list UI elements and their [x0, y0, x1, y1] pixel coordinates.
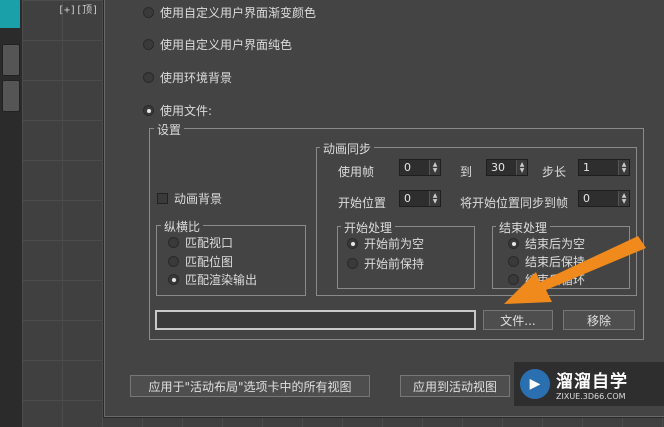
file-path-field[interactable] [155, 310, 476, 330]
option-label: 使用自定义用户界面纯色 [160, 38, 293, 52]
option-label: 匹配视口 [185, 236, 234, 250]
radio-icon[interactable] [143, 39, 154, 50]
anim-sync-legend: 动画同步 [320, 140, 375, 157]
radio-icon[interactable] [143, 7, 154, 18]
checkbox-icon[interactable] [157, 193, 168, 204]
spinner-arrows-icon[interactable]: ▲ ▼ [618, 191, 629, 206]
checkbox-label: 动画背景 [174, 192, 223, 206]
apply-active-view-button[interactable]: 应用到活动视图 [400, 375, 510, 397]
spinner-arrows-icon[interactable]: ▲ ▼ [618, 160, 629, 175]
watermark-url: ZIXUE.3D66.COM [556, 392, 626, 401]
annotation-arrow-icon [504, 236, 646, 304]
to-label: 到 [460, 165, 473, 179]
start-proc-legend: 开始处理 [341, 219, 396, 236]
radio-icon[interactable] [168, 256, 179, 267]
radio-icon[interactable] [168, 237, 179, 248]
option-environment-bg[interactable]: 使用环境背景 [143, 69, 232, 86]
option-label: 开始前保持 [364, 257, 425, 271]
radio-icon[interactable] [143, 72, 154, 83]
settings-legend: 设置 [154, 121, 185, 138]
spinner-value[interactable]: 30 [487, 161, 516, 174]
animate-bg-checkbox[interactable]: 动画背景 [157, 190, 222, 207]
option-label: 匹配渲染输出 [185, 273, 258, 287]
watermark: ▶ 溜溜自学 ZIXUE.3D66.COM [514, 362, 664, 406]
sync-start-label: 将开始位置同步到帧 [460, 196, 569, 210]
viewport-label[interactable]: [+][顶] [58, 1, 98, 16]
aspect-match-bitmap[interactable]: 匹配位图 [168, 253, 233, 270]
watermark-title: 溜溜自学 [556, 372, 628, 392]
use-frame-label: 使用帧 [338, 165, 375, 179]
option-gradient-color[interactable]: 使用自定义用户界面渐变颜色 [143, 4, 316, 21]
start-proc-blank[interactable]: 开始前为空 [347, 235, 424, 252]
step-spinner[interactable]: 1 ▲ ▼ [578, 159, 630, 176]
spinner-value[interactable]: 0 [400, 192, 429, 205]
radio-icon[interactable] [168, 274, 179, 285]
app-logo-icon [0, 0, 20, 28]
radio-icon[interactable] [347, 258, 358, 269]
to-frame-spinner[interactable]: 30 ▲ ▼ [486, 159, 528, 176]
sync-start-spinner[interactable]: 0 ▲ ▼ [578, 190, 630, 207]
step-label: 步长 [542, 165, 567, 179]
option-label: 使用自定义用户界面渐变颜色 [160, 6, 317, 20]
toolbar-button[interactable] [2, 80, 20, 112]
toolbar-button[interactable] [2, 44, 20, 76]
apply-all-views-button[interactable]: 应用于"活动布局"选项卡中的所有视图 [130, 375, 370, 397]
start-proc-hold[interactable]: 开始前保持 [347, 255, 424, 272]
option-use-file[interactable]: 使用文件: [143, 102, 212, 119]
option-label: 使用环境背景 [160, 71, 233, 85]
spinner-value[interactable]: 0 [579, 192, 618, 205]
spinner-value[interactable]: 0 [400, 161, 429, 174]
option-label: 匹配位图 [185, 255, 234, 269]
option-solid-color[interactable]: 使用自定义用户界面纯色 [143, 36, 292, 53]
radio-icon[interactable] [143, 105, 154, 116]
spinner-arrows-icon[interactable]: ▲ ▼ [516, 160, 527, 175]
spinner-arrows-icon[interactable]: ▲ ▼ [429, 160, 440, 175]
aspect-match-viewport[interactable]: 匹配视口 [168, 234, 233, 251]
remove-button[interactable]: 移除 [563, 310, 635, 330]
option-label: 使用文件: [160, 104, 213, 118]
aspect-legend: 纵横比 [161, 218, 204, 235]
option-label: 开始前为空 [364, 237, 425, 251]
use-frame-spinner[interactable]: 0 ▲ ▼ [399, 159, 441, 176]
aspect-match-render[interactable]: 匹配渲染输出 [168, 271, 257, 288]
spinner-arrows-icon[interactable]: ▲ ▼ [429, 191, 440, 206]
start-pos-label: 开始位置 [338, 196, 387, 210]
start-pos-spinner[interactable]: 0 ▲ ▼ [399, 190, 441, 207]
file-button[interactable]: 文件... [483, 310, 553, 330]
radio-icon[interactable] [347, 238, 358, 249]
spinner-value[interactable]: 1 [579, 161, 618, 174]
play-logo-icon: ▶ [520, 369, 550, 399]
